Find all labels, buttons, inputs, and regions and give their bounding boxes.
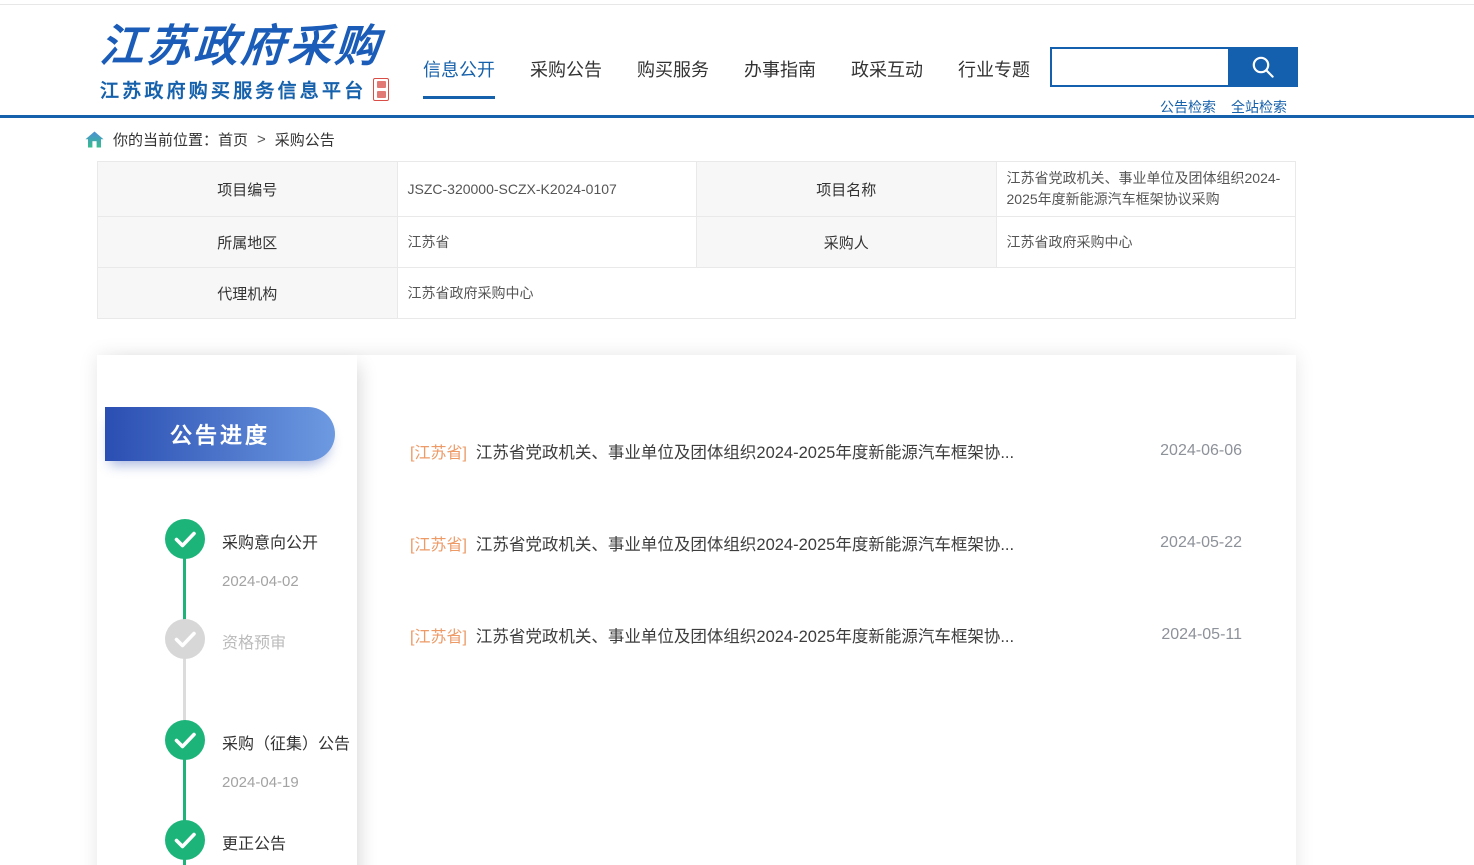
progress-step-label: 采购（征集）公告 <box>222 730 350 754</box>
project-name-value: 江苏省党政机关、事业单位及团体组织2024-2025年度新能源汽车框架协议采购 <box>996 162 1296 217</box>
content-card: 公告进度 采购意向公开 2024-04-02 资格预审 <box>97 355 1296 865</box>
progress-sidebar: 公告进度 采购意向公开 2024-04-02 资格预审 <box>97 355 357 865</box>
purchaser-value: 江苏省政府采购中心 <box>996 217 1296 268</box>
table-row: 所属地区 江苏省 采购人 江苏省政府采购中心 <box>98 217 1296 268</box>
home-icon <box>85 131 104 148</box>
breadcrumb-current: 采购公告 <box>275 129 335 150</box>
project-no-label: 项目编号 <box>98 162 398 217</box>
purchaser-label: 采购人 <box>697 217 997 268</box>
check-circle-icon <box>165 519 205 559</box>
project-name-label: 项目名称 <box>697 162 997 217</box>
main-nav: 信息公开 采购公告 购买服务 办事指南 政采互动 行业专题 <box>423 56 1030 99</box>
site-header: 江苏政府采购 江苏政府购买服务信息平台 信息公开 采购公告 购买服务 办事指南 … <box>0 5 1474 115</box>
search-icon <box>1250 54 1276 80</box>
progress-step-label: 资格预审 <box>222 629 286 653</box>
nav-item-industry-topics[interactable]: 行业专题 <box>958 56 1030 99</box>
progress-step-date: 2024-04-19 <box>222 774 299 791</box>
progress-step-label: 更正公告 <box>222 830 286 854</box>
announcement-date: 2024-05-11 <box>1161 626 1242 644</box>
announcement-region-tag: [江苏省] <box>410 531 467 555</box>
announcement-title-link[interactable]: 江苏省党政机关、事业单位及团体组织2024-2025年度新能源汽车框架协... <box>476 439 1140 463</box>
check-circle-icon <box>165 720 205 760</box>
red-seal-icon <box>373 78 389 101</box>
announcement-title-link[interactable]: 江苏省党政机关、事业单位及团体组织2024-2025年度新能源汽车框架协... <box>476 623 1141 647</box>
project-info-table: 项目编号 JSZC-320000-SCZX-K2024-0107 项目名称 江苏… <box>97 161 1296 319</box>
breadcrumb-prefix: 你的当前位置： <box>113 129 218 150</box>
check-circle-icon <box>165 820 205 860</box>
region-label: 所属地区 <box>98 217 398 268</box>
announcement-list: [江苏省] 江苏省党政机关、事业单位及团体组织2024-2025年度新能源汽车框… <box>357 355 1296 865</box>
announcement-row[interactable]: [江苏省] 江苏省党政机关、事业单位及团体组织2024-2025年度新能源汽车框… <box>357 405 1296 497</box>
announcement-row[interactable]: [江苏省] 江苏省党政机关、事业单位及团体组织2024-2025年度新能源汽车框… <box>357 497 1296 589</box>
table-row: 项目编号 JSZC-320000-SCZX-K2024-0107 项目名称 江苏… <box>98 162 1296 217</box>
search-input[interactable] <box>1050 47 1228 87</box>
nav-item-procurement-notices[interactable]: 采购公告 <box>530 56 602 99</box>
progress-step-date: 2024-04-02 <box>222 573 299 590</box>
nav-item-purchase-services[interactable]: 购买服务 <box>637 56 709 99</box>
search-button[interactable] <box>1228 47 1298 87</box>
nav-item-service-guide[interactable]: 办事指南 <box>744 56 816 99</box>
table-row: 代理机构 江苏省政府采购中心 <box>98 268 1296 319</box>
progress-step-label: 采购意向公开 <box>222 529 318 553</box>
agency-value: 江苏省政府采购中心 <box>397 268 1296 319</box>
announcement-row[interactable]: [江苏省] 江苏省党政机关、事业单位及团体组织2024-2025年度新能源汽车框… <box>357 589 1296 681</box>
nav-item-interaction[interactable]: 政采互动 <box>851 56 923 99</box>
announcement-date: 2024-05-22 <box>1160 534 1242 552</box>
announcement-region-tag: [江苏省] <box>410 623 467 647</box>
logo-calligraphy-title: 江苏政府采购 <box>98 23 383 71</box>
announcement-search-link[interactable]: 公告检索 <box>1160 97 1216 117</box>
breadcrumb-home-link[interactable]: 首页 <box>218 129 248 150</box>
progress-banner: 公告进度 <box>105 407 335 461</box>
page: 江苏政府采购 江苏政府购买服务信息平台 信息公开 采购公告 购买服务 办事指南 … <box>0 0 1474 865</box>
announcement-title-link[interactable]: 江苏省党政机关、事业单位及团体组织2024-2025年度新能源汽车框架协... <box>476 531 1140 555</box>
project-no-value: JSZC-320000-SCZX-K2024-0107 <box>397 162 697 217</box>
agency-label: 代理机构 <box>98 268 398 319</box>
check-circle-icon-pending <box>165 619 205 659</box>
announcement-region-tag: [江苏省] <box>410 439 467 463</box>
logo-subtitle: 江苏政府购买服务信息平台 <box>100 76 366 103</box>
announcement-date: 2024-06-06 <box>1160 442 1242 460</box>
breadcrumb-separator: > <box>257 131 266 148</box>
breadcrumb: 你的当前位置：首页 > 采购公告 <box>0 118 1474 160</box>
nav-item-info-disclosure[interactable]: 信息公开 <box>423 56 495 99</box>
search-scope-links: 公告检索 全站检索 <box>1160 97 1287 117</box>
search-bar <box>1050 47 1298 87</box>
site-logo[interactable]: 江苏政府采购 江苏政府购买服务信息平台 <box>100 23 389 103</box>
region-value: 江苏省 <box>397 217 697 268</box>
site-search-link[interactable]: 全站检索 <box>1231 97 1287 117</box>
